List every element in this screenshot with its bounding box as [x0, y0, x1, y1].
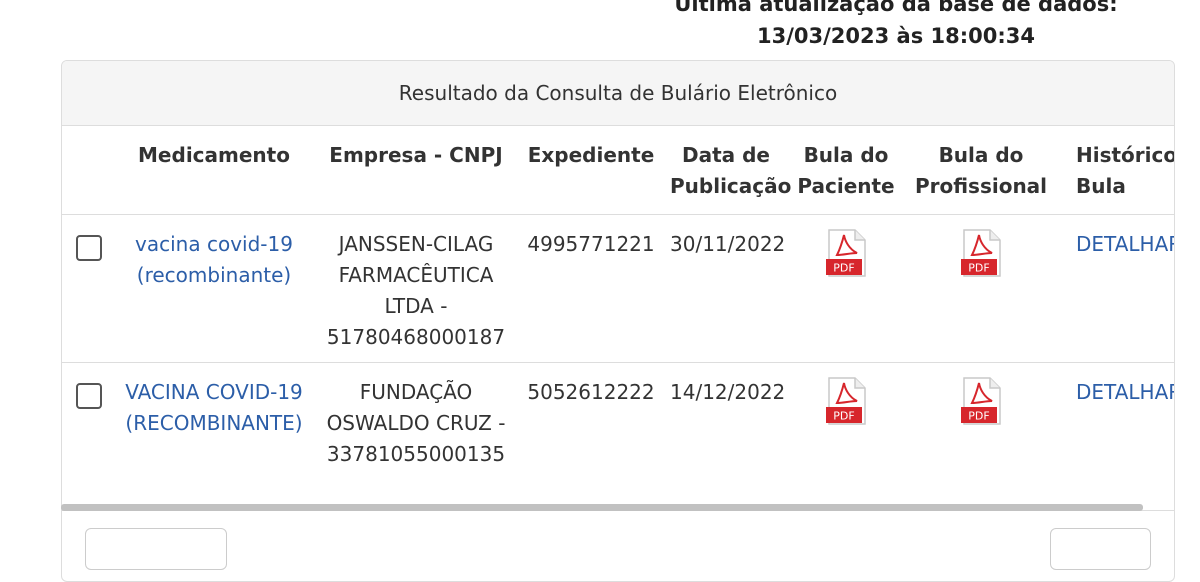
select-cell — [62, 362, 112, 511]
header-historico: Histórico de Bula — [1056, 126, 1174, 215]
header-expediente[interactable]: Expediente — [516, 126, 666, 215]
medicamento-link[interactable]: vacina covid-19 (recombinante) — [135, 232, 293, 287]
bottom-left-button[interactable] — [85, 528, 227, 570]
pdf-icon[interactable]: PDF — [960, 229, 1002, 286]
table-row: VACINA COVID-19 (RECOMBINANTE) FUNDAÇÃO … — [62, 362, 1174, 511]
row-checkbox[interactable] — [76, 383, 102, 409]
data-cell: 14/12/2022 — [666, 362, 786, 511]
pdf-icon[interactable]: PDF — [825, 377, 867, 434]
header-empresa[interactable]: Empresa - CNPJ — [316, 126, 516, 215]
horizontal-scrollbar[interactable] — [61, 504, 1143, 511]
header-medicamento[interactable]: Medicamento — [112, 126, 316, 215]
database-update-info: Última atualização da base de dados: 13/… — [636, 0, 1156, 52]
bula-paciente-cell: PDF — [786, 214, 906, 363]
medicamento-cell: vacina covid-19 (recombinante) — [112, 214, 316, 363]
empresa-cell: JANSSEN-CILAG FARMACÊUTICA LTDA - 517804… — [316, 214, 516, 363]
pdf-icon[interactable]: PDF — [960, 377, 1002, 434]
medicamento-link[interactable]: VACINA COVID-19 (RECOMBINANTE) — [125, 380, 303, 435]
bottom-right-button[interactable] — [1050, 528, 1151, 570]
pdf-label: PDF — [968, 410, 989, 423]
panel-title: Resultado da Consulta de Bulário Eletrôn… — [62, 61, 1174, 126]
pdf-label: PDF — [833, 410, 854, 423]
table-row: vacina covid-19 (recombinante) JANSSEN-C… — [62, 214, 1174, 363]
medicamento-cell: VACINA COVID-19 (RECOMBINANTE) — [112, 362, 316, 511]
header-bula-profissional: Bula do Profissional — [906, 126, 1056, 215]
pdf-icon[interactable]: PDF — [825, 229, 867, 286]
select-column-header — [62, 126, 112, 215]
update-label: Última atualização da base de dados: — [674, 0, 1118, 16]
table-header-row: Medicamento Empresa - CNPJ Expediente Da… — [62, 126, 1174, 215]
expediente-cell: 5052612222 — [516, 362, 666, 511]
empresa-cell: FUNDAÇÃO OSWALDO CRUZ - 33781055000135 — [316, 362, 516, 511]
bula-paciente-cell: PDF — [786, 362, 906, 511]
bula-profissional-cell: PDF — [906, 362, 1056, 511]
pdf-label: PDF — [968, 262, 989, 275]
detalhar-link[interactable]: DETALHAR — [1076, 380, 1174, 404]
detalhar-link[interactable]: DETALHAR — [1076, 232, 1174, 256]
row-checkbox[interactable] — [76, 235, 102, 261]
header-bula-paciente: Bula do Paciente — [786, 126, 906, 215]
data-cell: 30/11/2022 — [666, 214, 786, 363]
header-data-publicacao[interactable]: Data de Publicação — [666, 126, 791, 215]
update-timestamp: 13/03/2023 às 18:00:34 — [757, 24, 1035, 48]
historico-cell: DETALHAR — [1056, 214, 1174, 363]
historico-cell: DETALHAR — [1056, 362, 1174, 511]
select-cell — [62, 214, 112, 363]
expediente-cell: 4995771221 — [516, 214, 666, 363]
bula-profissional-cell: PDF — [906, 214, 1056, 363]
results-table: Medicamento Empresa - CNPJ Expediente Da… — [62, 126, 1174, 511]
pdf-label: PDF — [833, 262, 854, 275]
